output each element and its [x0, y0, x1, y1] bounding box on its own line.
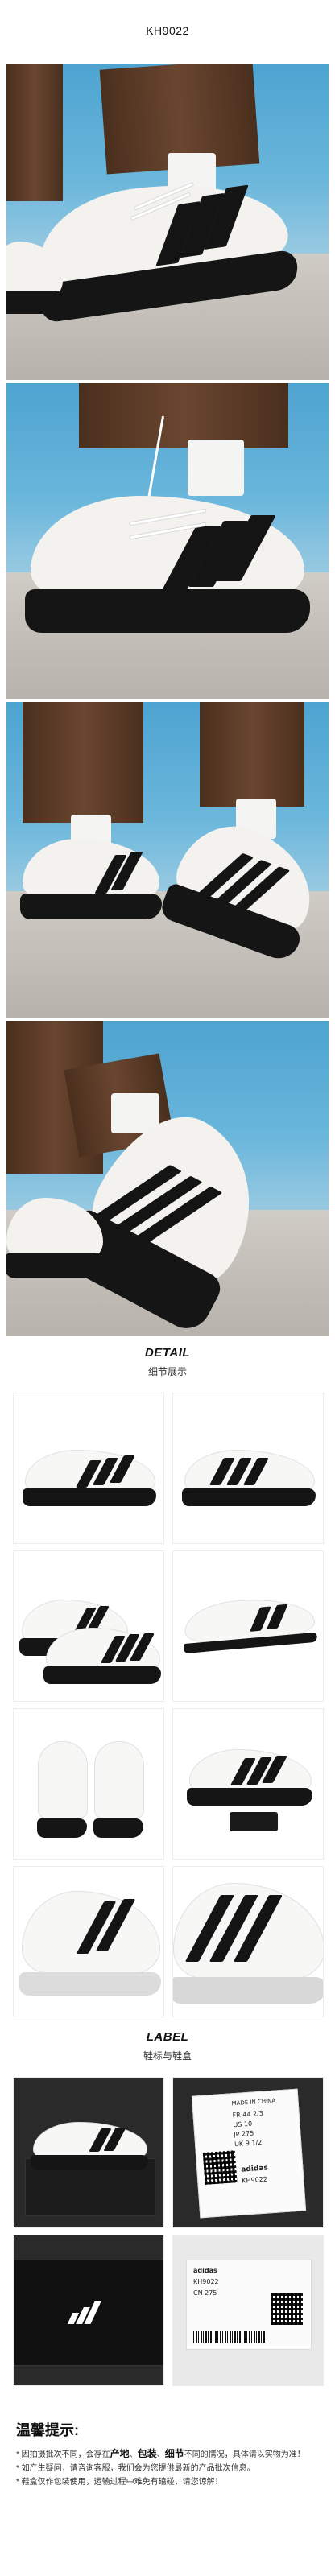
tips-keyword-origin: 产地 [110, 2448, 130, 2459]
size-uk: UK 9 1/2 [234, 2138, 263, 2149]
box-front-image [13, 2235, 164, 2386]
barcode-icon [193, 2331, 266, 2343]
box-sticker-label: adidas KH9022 CN 275 [186, 2260, 312, 2350]
box-label-size-cn: CN 275 [193, 2289, 217, 2297]
label-title-cn: 鞋标与鞋盒 [143, 2050, 192, 2062]
tips-sep-2: 、 [156, 2450, 165, 2459]
tips-line-2: * 如产生疑问，请咨询客服，我们会为您提供最新的产品批次信息。 [16, 2464, 255, 2473]
tips-title: 温馨提示: [16, 2422, 79, 2438]
lifestyle-photo-2 [6, 383, 329, 699]
label-section-heading: LABEL 鞋标与鞋盒 [0, 2030, 335, 2062]
tips-line-1-prefix: * 因拍摄批次不同，会存在 [16, 2450, 110, 2459]
tongue-label-image: MADE IN CHINA FR 44 2/3 US 10 JP 275 UK … [172, 2077, 324, 2228]
box-qr-code-icon [271, 2293, 303, 2325]
box-label-image: adidas KH9022 CN 275 [172, 2235, 324, 2386]
detail-image-toe-closeup [13, 1866, 164, 2017]
detail-title-en: DETAIL [144, 1346, 191, 1360]
detail-image-side-right [172, 1393, 324, 1544]
label-code: KH9022 [242, 2175, 268, 2185]
box-label-code: KH9022 [193, 2278, 219, 2285]
lifestyle-photo-1 [6, 64, 329, 380]
label-title-en: LABEL [146, 2030, 189, 2044]
box-label-brand: adidas [193, 2267, 217, 2274]
tips-line-1: * 因拍摄批次不同，会存在产地、包装、细节不同的情况，具体请以实物为准！ [16, 2447, 319, 2462]
made-in-text: MADE IN CHINA [231, 2097, 276, 2107]
tips-line-1-suffix: 不同的情况，具体请以实物为准！ [184, 2450, 305, 2459]
tips-sep-1: 、 [129, 2450, 138, 2459]
size-jp: JP 275 [234, 2129, 254, 2139]
size-us: US 10 [233, 2120, 253, 2129]
tips-line-3: * 鞋盒仅作包装使用，运输过程中难免有磕碰，请您谅解！ [16, 2478, 223, 2487]
tips-keyword-details: 细节 [164, 2448, 184, 2459]
tips-body: * 因拍摄批次不同，会存在产地、包装、细节不同的情况，具体请以实物为准！ * 如… [16, 2447, 319, 2489]
qr-code-icon [202, 2150, 238, 2185]
tips-keyword-packaging: 包装 [137, 2448, 157, 2459]
detail-image-stripes-closeup [172, 1866, 324, 2017]
product-code: KH9022 [146, 24, 189, 37]
lifestyle-photo-4 [6, 1021, 329, 1336]
detail-image-pair [13, 1550, 164, 1702]
product-code-header: KH9022 [0, 0, 335, 61]
detail-image-top-view [172, 1550, 324, 1702]
detail-image-heels [13, 1708, 164, 1860]
detail-image-side-left [13, 1393, 164, 1544]
box-with-shoes-image [13, 2077, 164, 2228]
detail-title-cn: 细节展示 [147, 1366, 187, 1377]
detail-section-heading: DETAIL 细节展示 [0, 1346, 335, 1378]
tongue-size-label: MADE IN CHINA FR 44 2/3 US 10 JP 275 UK … [191, 2088, 307, 2219]
adidas-logo-icon [65, 2301, 105, 2324]
detail-image-weight-scale [172, 1708, 324, 1860]
scale-display [230, 1812, 278, 1831]
label-brand: adidas [241, 2164, 269, 2174]
lifestyle-photo-3 [6, 702, 329, 1018]
size-fr: FR 44 2/3 [232, 2109, 264, 2120]
